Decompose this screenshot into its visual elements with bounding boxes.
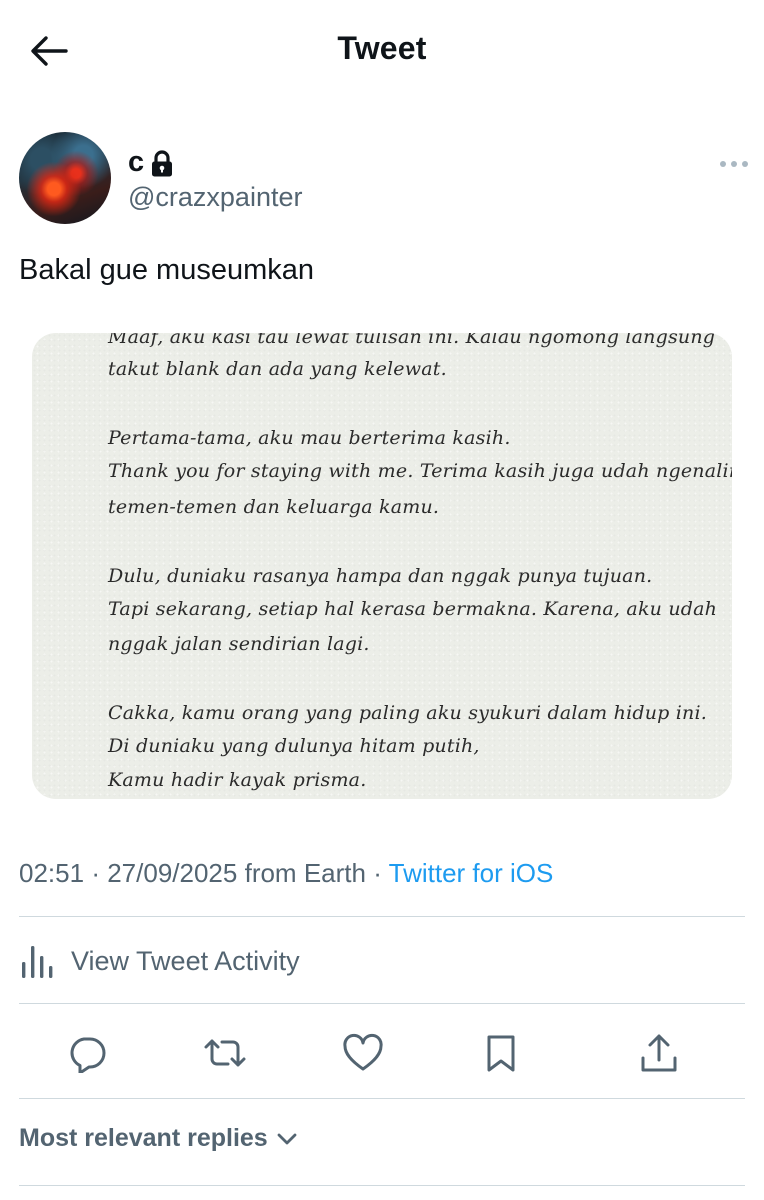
image-line: takut blank dan ada yang kelewat. <box>108 358 447 380</box>
meta-separator: · <box>373 858 382 888</box>
tweet-text: Bakal gue museumkan <box>19 254 314 286</box>
tweet-image[interactable]: Maaf, aku kasi tau lewat tulisan ini. Ka… <box>32 333 732 799</box>
image-line: Maaf, aku kasi tau lewat tulisan ini. Ka… <box>108 333 716 348</box>
bookmark-icon <box>487 1035 515 1072</box>
tweet-date: 27/09/2025 <box>107 858 238 888</box>
tweet-meta: 02:51 · 27/09/2025 from Earth · Twitter … <box>19 858 553 889</box>
top-bar: Tweet <box>0 0 764 100</box>
client-link[interactable]: Twitter for iOS <box>389 858 554 888</box>
bookmark-button[interactable] <box>476 1028 526 1078</box>
replies-sort-label: Most relevant replies <box>19 1124 268 1152</box>
author-name-row[interactable]: c <box>128 146 176 179</box>
tweet-time: 02:51 <box>19 858 85 888</box>
avatar[interactable] <box>19 132 111 224</box>
reply-button[interactable] <box>62 1028 112 1078</box>
divider <box>19 1003 745 1004</box>
author-handle[interactable]: @crazxpainter <box>128 182 302 213</box>
image-line: Cakka, kamu orang yang paling aku syukur… <box>108 702 707 724</box>
page-title: Tweet <box>337 30 427 66</box>
image-line: nggak jalan sendirian lagi. <box>108 633 370 655</box>
share-button[interactable] <box>634 1028 684 1078</box>
display-name[interactable]: c <box>128 146 144 179</box>
image-line: Di duniaku yang dulunya hitam putih, <box>108 735 480 757</box>
retweet-icon <box>204 1039 246 1067</box>
meta-separator: · <box>91 858 100 888</box>
view-activity-button[interactable]: View Tweet Activity <box>19 938 300 984</box>
divider <box>19 1098 745 1099</box>
replies-sort-button[interactable]: Most relevant replies <box>19 1124 298 1153</box>
image-line: Kamu hadir kayak prisma. <box>108 769 367 791</box>
chevron-down-icon <box>277 1133 297 1144</box>
more-horizontal-icon <box>720 161 748 167</box>
heart-icon <box>343 1033 383 1071</box>
lock-icon <box>150 148 176 178</box>
divider <box>19 916 745 917</box>
tweet-location: from Earth <box>244 858 366 888</box>
like-button[interactable] <box>338 1028 388 1078</box>
image-line: Dulu, duniaku rasanya hampa dan nggak pu… <box>108 565 653 587</box>
image-line: Tapi sekarang, setiap hal kerasa bermakn… <box>108 598 718 620</box>
divider <box>19 1185 745 1186</box>
reply-icon <box>70 1037 106 1073</box>
image-line: Pertama-tama, aku mau berterima kasih. <box>108 427 511 449</box>
more-options-button[interactable] <box>716 150 752 178</box>
bar-chart-icon <box>22 946 53 978</box>
view-activity-label: View Tweet Activity <box>71 945 300 976</box>
image-line: Thank you for staying with me. Terima ka… <box>108 460 732 482</box>
tweet-detail-page: Tweet c @crazxpainter Bakal gue museumka… <box>0 0 764 1200</box>
image-line: temen-temen dan keluarga kamu. <box>108 496 440 518</box>
retweet-button[interactable] <box>200 1028 250 1078</box>
action-bar <box>0 1028 764 1078</box>
share-icon <box>641 1034 677 1072</box>
